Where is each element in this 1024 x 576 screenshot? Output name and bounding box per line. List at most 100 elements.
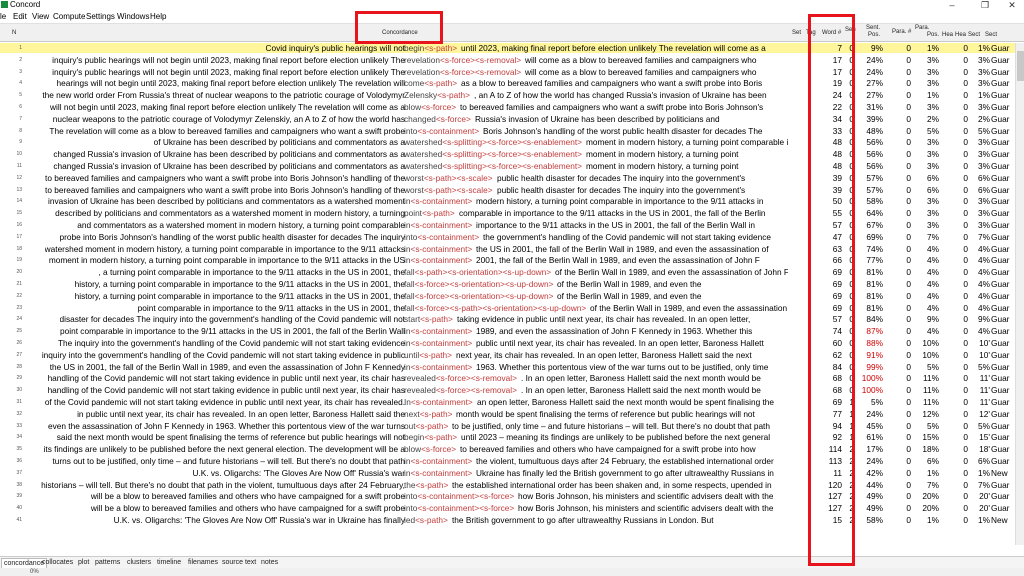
tab-clusters[interactable]: clusters — [127, 558, 151, 568]
paragraph-number: 0 — [906, 420, 911, 431]
table-row[interactable]: 15 described by politicians and commentat… — [0, 208, 1024, 218]
vertical-scrollbar[interactable] — [1015, 43, 1024, 545]
row-number: 22 — [16, 292, 22, 299]
table-row[interactable]: 39 will be a blow to bereaved families an… — [0, 491, 1024, 501]
table-row[interactable]: 30 handling of the Covid pandemic will no… — [0, 385, 1024, 395]
header-n[interactable]: N — [12, 30, 16, 37]
header-sent-pos-a[interactable]: Sent. — [866, 25, 880, 32]
table-row[interactable]: 32 in public until next year, its chair h… — [0, 409, 1024, 419]
menu-help[interactable]: Help — [150, 12, 166, 22]
sentence-position: 58% — [866, 515, 883, 525]
concordance-table[interactable]: 1 Covid inquiry's public hearings will no… — [0, 43, 1024, 545]
table-row[interactable]: 27 inquiry into the government's handling… — [0, 350, 1024, 360]
minimize-button[interactable]: – — [942, 0, 962, 10]
paragraph-number: 0 — [906, 255, 911, 266]
heading-number: 0 — [963, 137, 968, 148]
menu-settings[interactable]: Settings — [86, 12, 115, 22]
table-row[interactable]: 38 historians – will tell. But there's no… — [0, 480, 1024, 490]
table-row[interactable]: 34 said the next month would be spent fin… — [0, 432, 1024, 442]
header-sent-pos-b[interactable]: Pos. — [868, 32, 880, 39]
table-row[interactable]: 5 the new world order From Russia's threa… — [0, 90, 1024, 100]
header-para-number[interactable]: Para. # — [892, 29, 911, 36]
left-context: historians – will tell. But there's no d… — [41, 479, 405, 490]
table-row[interactable]: 35 its findings are unlikely to be publis… — [0, 444, 1024, 454]
menu-windows[interactable]: Windows — [117, 12, 149, 22]
tab-source-text[interactable]: source text — [222, 558, 256, 568]
close-button[interactable]: ✕ — [1002, 0, 1022, 10]
tab-plot[interactable]: plot — [78, 558, 89, 568]
table-row[interactable]: 11 changed Russia's invasion of Ukraine h… — [0, 161, 1024, 171]
section-position: 3% — [978, 54, 990, 65]
table-row[interactable]: 16 and commentators as a watershed moment… — [0, 220, 1024, 230]
right-context: Ukraine has finally led the British gove… — [476, 467, 774, 478]
row-number: 23 — [16, 304, 22, 311]
table-row[interactable]: 7 nuclear weapons to the patriotic courag… — [0, 114, 1024, 124]
table-row[interactable]: 6 will not begin until 2023, making final… — [0, 102, 1024, 112]
table-row[interactable]: 13 to bereaved families and campaigners w… — [0, 185, 1024, 195]
table-row[interactable]: 36 turns out to be justified, only time –… — [0, 456, 1024, 466]
header-head-sect[interactable]: Hea — [955, 32, 966, 39]
paragraph-position: 9% — [927, 314, 939, 325]
header-head[interactable]: Hea — [942, 32, 953, 39]
menu-edit[interactable]: Edit — [13, 12, 27, 22]
scrollbar-thumb[interactable] — [1017, 51, 1024, 81]
tab-timeline[interactable]: timeline — [157, 558, 181, 568]
table-row[interactable]: 28 the US in 2001, the fall of the Berlin… — [0, 362, 1024, 372]
table-row[interactable]: 1 Covid inquiry's public hearings will no… — [0, 43, 1024, 54]
table-row[interactable]: 4 hearings will not begin until 2023, mak… — [0, 78, 1024, 88]
table-row[interactable]: 33 even the assassination of John F Kenne… — [0, 421, 1024, 431]
keyword: into<s-containment> — [404, 232, 479, 242]
table-row[interactable]: 8 The revelation will come as a blow to b… — [0, 126, 1024, 136]
header-para-pos-b[interactable]: Pos. — [927, 32, 939, 39]
table-row[interactable]: 20 , a turning point comparable in import… — [0, 267, 1024, 277]
source-file: Guar — [991, 408, 1010, 419]
table-row[interactable]: 10 changed Russia's invasion of Ukraine h… — [0, 149, 1024, 159]
table-row[interactable]: 29 handling of the Covid pandemic will no… — [0, 373, 1024, 383]
table-row[interactable]: 26 The inquiry into the government's hand… — [0, 338, 1024, 348]
table-row[interactable]: 37 U.K. vs. Oligarchs: 'The Gloves Are No… — [0, 468, 1024, 478]
table-row[interactable]: 22 history, a turning point comparable in… — [0, 291, 1024, 301]
header-sect-2[interactable]: Sect — [985, 32, 997, 39]
table-row[interactable]: 19 moment in modern history, a turning po… — [0, 255, 1024, 265]
source-file: Guar — [991, 432, 1010, 443]
table-row[interactable]: 12 to bereaved families and campaigners w… — [0, 173, 1024, 183]
heading-number: 0 — [963, 172, 968, 183]
row-number: 39 — [16, 493, 22, 500]
left-context: The revelation will come as a blow to be… — [49, 125, 405, 136]
sentence-position: 17% — [866, 444, 883, 455]
left-context: point comparable in importance to the 9/… — [60, 326, 405, 337]
table-row[interactable]: 18 watershed moment in modern history, a … — [0, 244, 1024, 254]
table-row[interactable]: 24 disaster for decades The inquiry into … — [0, 314, 1024, 324]
table-row[interactable]: 2 inquiry's public hearings will not begi… — [0, 55, 1024, 65]
table-row[interactable]: 14 invasion of Ukraine has been described… — [0, 196, 1024, 206]
maximize-button[interactable]: ❐ — [975, 0, 995, 10]
paragraph-number: 0 — [906, 208, 911, 219]
header-para-pos-a[interactable]: Para. — [915, 25, 929, 32]
tab-filenames[interactable]: filenames — [188, 558, 218, 568]
header-sect[interactable]: Sect — [968, 32, 980, 39]
menu-view[interactable]: View — [32, 12, 49, 22]
tab-patterns[interactable]: patterns — [95, 558, 120, 568]
tab-collocates[interactable]: collocates — [42, 558, 73, 568]
table-row[interactable]: 3 inquiry's public hearings will not begi… — [0, 67, 1024, 77]
heading-number: 0 — [963, 102, 968, 112]
keyword: changed<s-force> — [404, 114, 471, 124]
right-context: moment in modern history, a turning poin… — [586, 161, 739, 171]
table-row[interactable]: 17 probe into Boris Johnson's handling of… — [0, 232, 1024, 242]
table-row[interactable]: 23 point comparable in importance to the … — [0, 303, 1024, 313]
header-set[interactable]: Set — [792, 30, 801, 37]
tab-notes[interactable]: notes — [261, 558, 278, 568]
section-position: 1% — [978, 515, 990, 525]
menu-compute[interactable]: Compute — [53, 12, 85, 22]
heading-number: 0 — [963, 373, 968, 384]
table-row[interactable]: 41 U.K. vs. Oligarchs: 'The Gloves Are No… — [0, 515, 1024, 525]
table-row[interactable]: 9 of Ukraine has been described by politi… — [0, 137, 1024, 147]
table-row[interactable]: 25 point comparable in importance to the … — [0, 326, 1024, 336]
table-row[interactable]: 31 of the Covid pandemic will not start t… — [0, 397, 1024, 407]
table-row[interactable]: 21 history, a turning point comparable in… — [0, 279, 1024, 289]
menu-file[interactable]: le — [0, 12, 6, 22]
table-row[interactable]: 40 will be a blow to bereaved families an… — [0, 503, 1024, 513]
left-context: of Ukraine has been described by politic… — [153, 137, 405, 148]
left-context: changed Russia's invasion of Ukraine has… — [53, 161, 405, 171]
keyword: begin<s-path> — [404, 43, 457, 53]
